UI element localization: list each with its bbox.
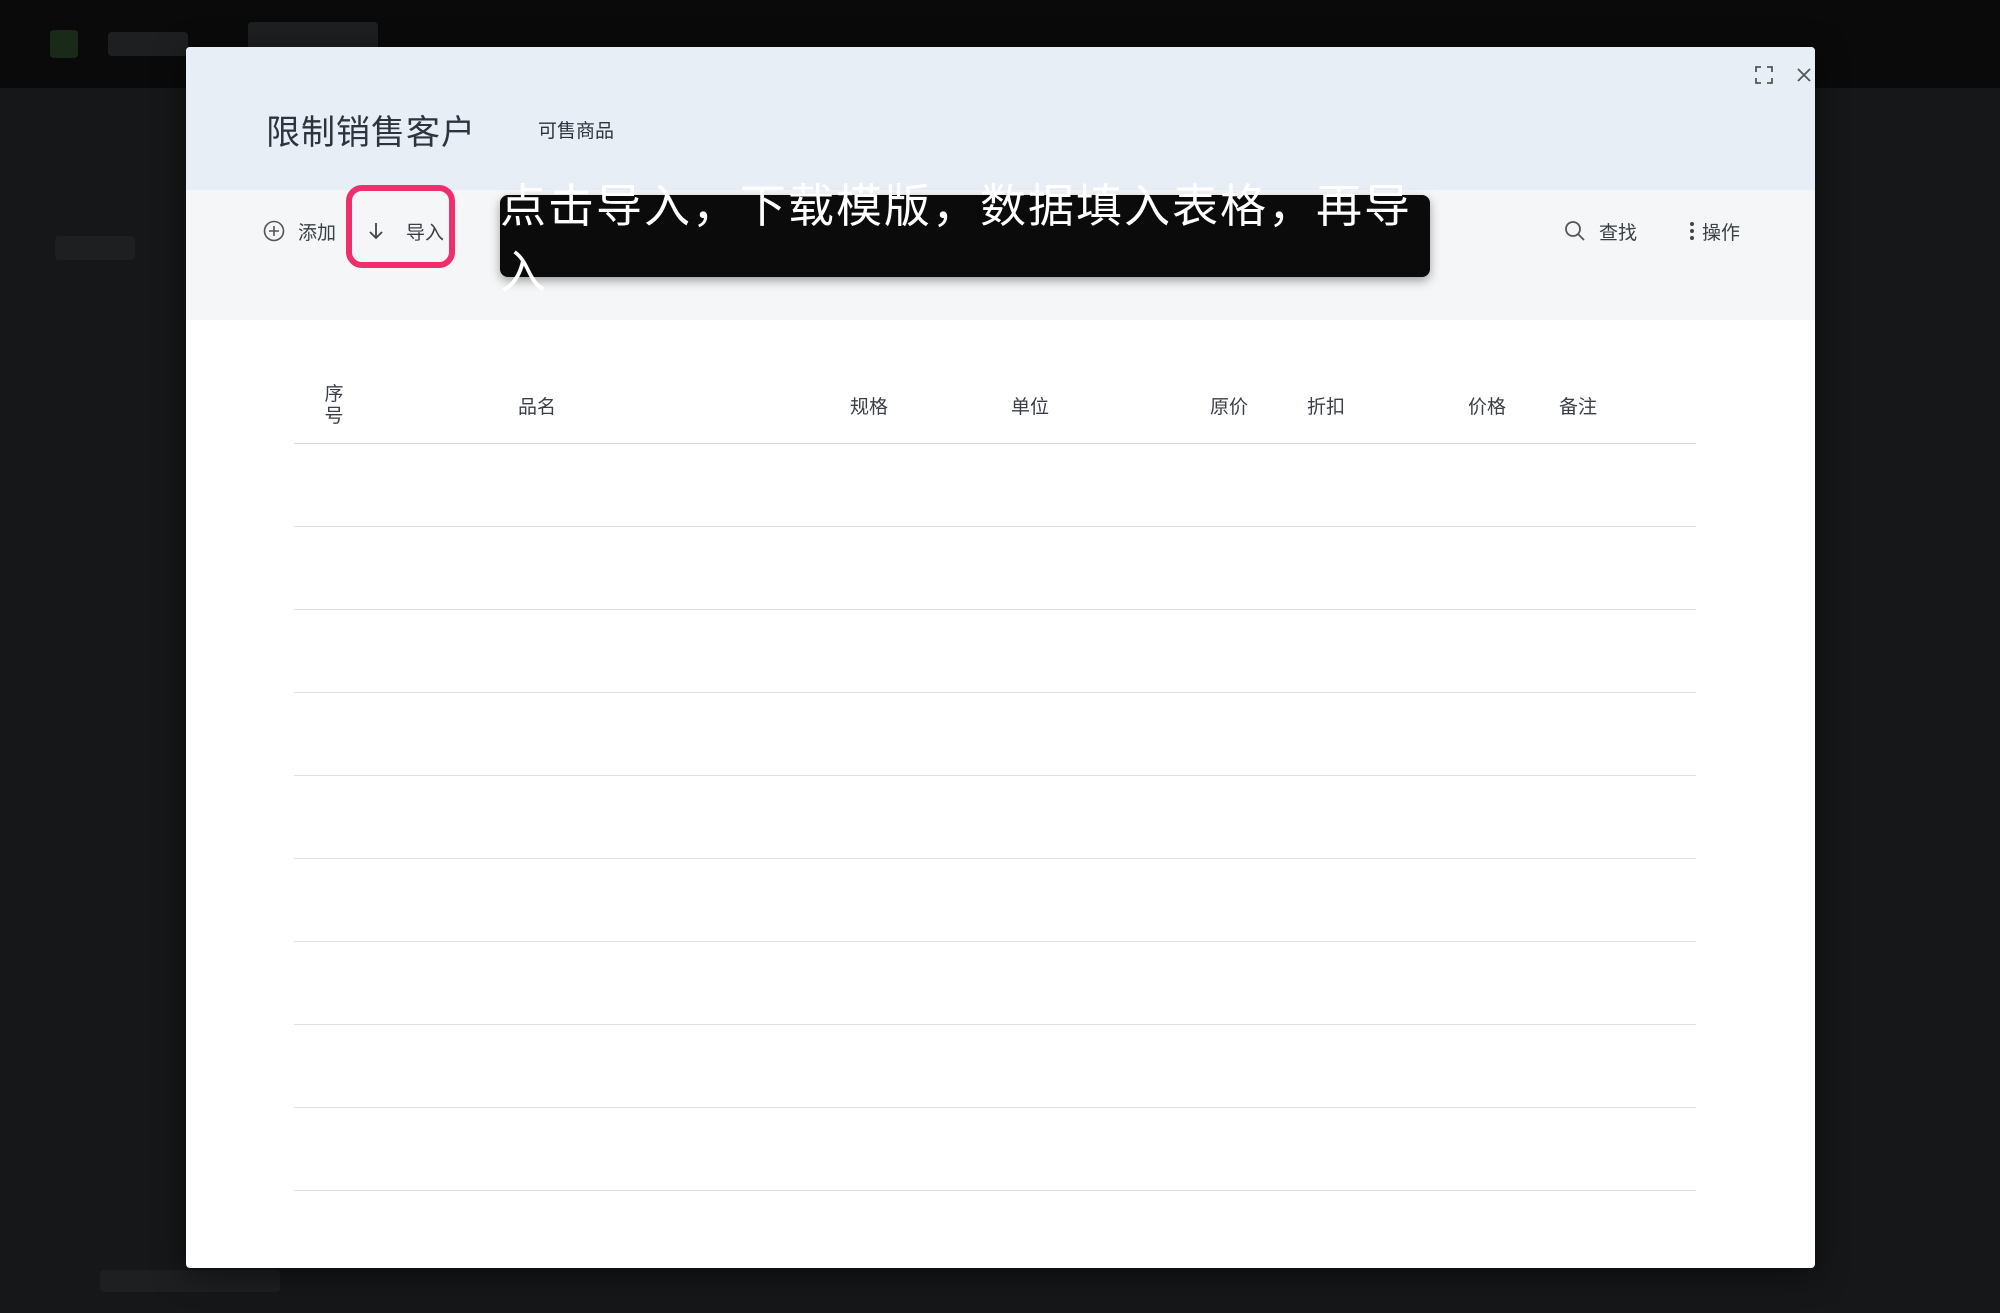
table-row[interactable] (294, 859, 1696, 942)
dialog-title: 限制销售客户 (266, 113, 476, 153)
add-button[interactable]: 添加 (262, 190, 336, 272)
maximize-icon (1755, 66, 1773, 84)
table-row[interactable] (294, 942, 1696, 1025)
dialog-header: 限制销售客户 可售商品 (186, 47, 1815, 190)
import-button-label: 导入 (406, 221, 445, 244)
background-breadcrumb (55, 236, 135, 260)
add-button-label: 添加 (298, 221, 337, 244)
column-header-price: 价格 (1468, 395, 1507, 418)
background-logo (50, 30, 78, 58)
table-row[interactable] (294, 1025, 1696, 1108)
import-button[interactable]: 导入 (366, 190, 444, 272)
table-row[interactable] (294, 444, 1696, 527)
more-vertical-icon (1690, 222, 1694, 240)
column-header-name: 品名 (518, 395, 557, 418)
search-button-label: 查找 (1599, 221, 1638, 244)
table-row[interactable] (294, 527, 1696, 610)
search-button[interactable]: 查找 (1563, 190, 1637, 272)
add-circle-icon (263, 220, 285, 242)
background-title (108, 32, 188, 56)
close-icon (1797, 68, 1811, 82)
table-row[interactable] (294, 610, 1696, 693)
column-header-unit: 单位 (1011, 395, 1050, 418)
products-table: 序 号 品名 规格 单位 原价 折扣 价格 备注 (294, 367, 1696, 1191)
actions-menu-label: 操作 (1702, 221, 1741, 244)
table-row[interactable] (294, 693, 1696, 776)
table-row[interactable] (294, 1108, 1696, 1191)
tab-sellable-products[interactable]: 可售商品 (538, 116, 614, 143)
column-header-remark: 备注 (1559, 395, 1598, 418)
dialog-restricted-customers: 限制销售客户 可售商品 添加 导入 点击导入，下载模版，数据填入表格，再导入 查… (186, 47, 1815, 1268)
search-icon (1565, 221, 1585, 241)
actions-menu-button[interactable]: 操作 (1688, 190, 1740, 272)
table-header: 序 号 品名 规格 单位 原价 折扣 价格 备注 (294, 367, 1696, 444)
dialog-toolbar: 添加 导入 点击导入，下载模版，数据填入表格，再导入 查找 操作 (186, 179, 1815, 320)
maximize-button[interactable] (1746, 57, 1782, 93)
column-header-spec: 规格 (850, 395, 889, 418)
column-header-index: 序 号 (324, 383, 344, 427)
column-header-discount: 折扣 (1307, 395, 1346, 418)
table-row[interactable] (294, 776, 1696, 859)
instruction-tooltip: 点击导入，下载模版，数据填入表格，再导入 (500, 179, 1430, 299)
close-button[interactable] (1786, 57, 1815, 93)
arrow-down-icon (369, 223, 383, 240)
background-footer (100, 1270, 280, 1292)
column-header-original-price: 原价 (1210, 395, 1249, 418)
